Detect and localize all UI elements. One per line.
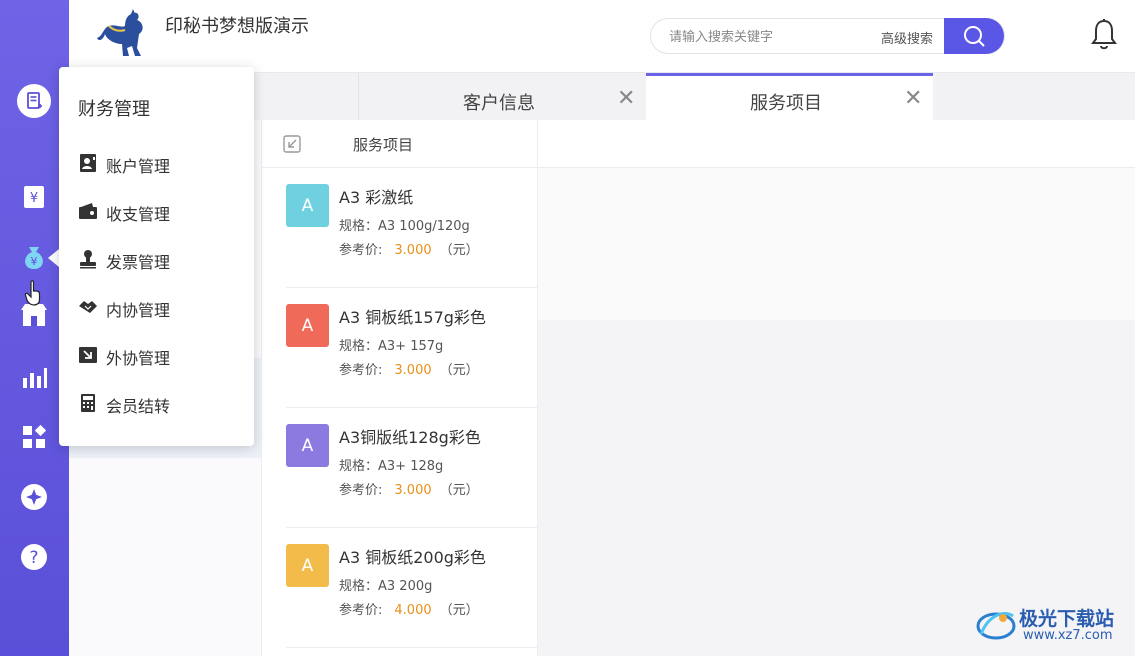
tab-customer-info[interactable]: 客户信息 ✕ [358, 73, 646, 121]
search-input[interactable] [669, 27, 869, 47]
avatar: A [286, 304, 329, 347]
menu-item-label: 发票管理 [106, 253, 171, 272]
item-price-row: 参考价: 3.000 （元） [339, 239, 479, 258]
close-icon[interactable]: ✕ [617, 88, 635, 110]
menu-title: 财务管理 [78, 99, 150, 120]
calculator-icon [78, 393, 98, 413]
panel-header: 服务项目 [262, 120, 538, 168]
menu-item-internal[interactable]: 内协管理 [78, 293, 248, 321]
avatar: A [286, 424, 329, 467]
item-spec: 规格：A3 100g/120g [339, 219, 470, 234]
close-icon[interactable]: ✕ [904, 88, 922, 110]
panel-title: 服务项目 [353, 136, 414, 154]
price-unit: （元） [439, 243, 479, 258]
collapse-icon[interactable] [282, 134, 302, 154]
item-name: A3铜版纸128g彩色 [339, 428, 481, 447]
menu-item-label: 外协管理 [106, 349, 171, 368]
avatar: A [286, 184, 329, 227]
svg-text:¥: ¥ [31, 255, 38, 268]
list-item[interactable]: A A3铜版纸128g彩色 规格：A3+ 128g 参考价: 3.000 （元） [286, 408, 538, 528]
wallet-icon [78, 201, 98, 221]
search-icon [964, 26, 985, 47]
search-button[interactable] [944, 18, 1004, 54]
watermark-logo-icon [976, 611, 1016, 640]
item-spec: 规格：A3+ 157g [339, 339, 444, 354]
watermark: 极光下载站 www.xz7.com [975, 604, 1135, 648]
tab-service-items[interactable]: 服务项目 ✕ [646, 73, 933, 121]
menu-item-invoice[interactable]: 发票管理 [78, 245, 248, 273]
menu-item-label: 会员结转 [106, 397, 171, 416]
price-label: 参考价: [339, 483, 383, 498]
handshake-icon [78, 297, 98, 317]
menu-item-account[interactable]: 账户管理 [78, 149, 248, 177]
menu-pointer [48, 249, 59, 267]
list-item[interactable]: A A3 彩激纸 规格：A3 100g/120g 参考价: 3.000 （元） [286, 168, 538, 288]
mouse-cursor-icon [22, 278, 46, 308]
new-order-icon[interactable] [17, 84, 51, 118]
item-name: A3 铜板纸157g彩色 [339, 308, 486, 327]
menu-item-member-transfer[interactable]: 会员结转 [78, 389, 248, 417]
tab-label: 服务项目 [750, 93, 822, 114]
apps-icon[interactable] [17, 420, 51, 454]
item-spec: 规格：A3+ 128g [339, 459, 444, 474]
money-bag-icon[interactable]: ¥ [17, 240, 51, 274]
price-value: 3.000 [394, 363, 432, 378]
price-unit: （元） [439, 603, 479, 618]
item-price-row: 参考价: 4.000 （元） [339, 599, 479, 618]
menu-item-label: 内协管理 [106, 301, 171, 320]
avatar: A [286, 544, 329, 587]
bar-chart-icon[interactable] [17, 360, 51, 394]
main-content [538, 120, 1135, 656]
price-label: 参考价: [339, 243, 383, 258]
app-logo [95, 8, 151, 60]
advanced-search-link[interactable]: 高级搜索 [881, 28, 933, 47]
menu-item-label: 账户管理 [106, 157, 171, 176]
item-name: A3 铜板纸200g彩色 [339, 548, 486, 567]
help-icon[interactable]: ? [17, 540, 51, 574]
watermark-title: 极光下载站 [1019, 608, 1115, 630]
item-price-row: 参考价: 3.000 （元） [339, 359, 479, 378]
svg-text:?: ? [29, 548, 38, 568]
stamp-icon [78, 249, 98, 269]
export-icon [78, 345, 98, 365]
main-band [538, 168, 1135, 320]
svg-text:¥: ¥ [30, 191, 38, 206]
compass-icon[interactable] [17, 480, 51, 514]
item-price-row: 参考价: 3.000 （元） [339, 479, 479, 498]
item-spec: 规格：A3 200g [339, 579, 433, 594]
price-value: 4.000 [394, 603, 432, 618]
finance-menu: 财务管理 账户管理 收支管理 发票管理 内协管理 外协管理 会员结转 [59, 67, 254, 446]
price-unit: （元） [439, 363, 479, 378]
menu-item-label: 收支管理 [106, 205, 171, 224]
item-name: A3 彩激纸 [339, 188, 414, 207]
app-title: 印秘书梦想版演示 [165, 16, 309, 37]
list-item[interactable]: A A3 铜板纸200g彩色 规格：A3 200g 参考价: 4.000 （元） [286, 528, 538, 648]
tab-label: 客户信息 [463, 93, 535, 114]
app-header: 印秘书梦想版演示 高级搜索 [69, 0, 1135, 72]
bell-icon[interactable] [1089, 18, 1119, 52]
yen-doc-icon[interactable]: ¥ [17, 180, 51, 214]
price-value: 3.000 [394, 243, 432, 258]
price-value: 3.000 [394, 483, 432, 498]
menu-item-external[interactable]: 外协管理 [78, 341, 248, 369]
watermark-url: www.xz7.com [1023, 628, 1113, 643]
price-label: 参考价: [339, 363, 383, 378]
price-unit: （元） [439, 483, 479, 498]
price-label: 参考价: [339, 603, 383, 618]
service-list-panel: 服务项目 A A3 彩激纸 规格：A3 100g/120g 参考价: 3.000 （… [262, 120, 538, 656]
main-toolbar [538, 120, 1135, 168]
list-item[interactable]: A A3 铜板纸157g彩色 规格：A3+ 157g 参考价: 3.000 （元） [286, 288, 538, 408]
account-icon [78, 153, 98, 173]
menu-item-income-expense[interactable]: 收支管理 [78, 197, 248, 225]
tab-bar: 客户信息 ✕ 服务项目 ✕ [254, 72, 1135, 121]
